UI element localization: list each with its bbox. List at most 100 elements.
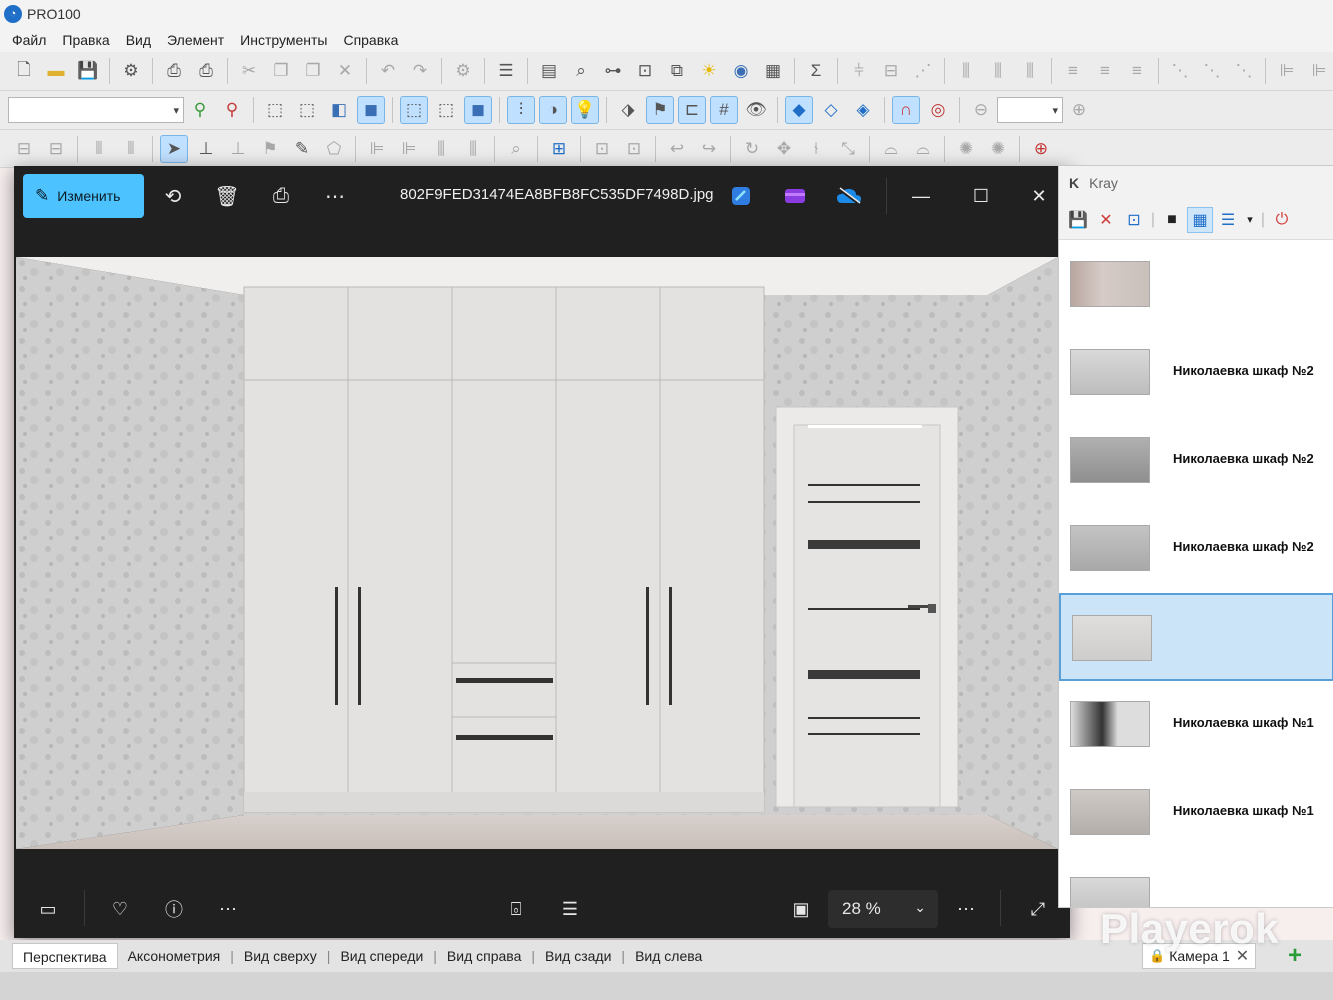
view-cube-c-icon[interactable]: ◧: [325, 96, 353, 124]
rotate-a-icon[interactable]: ⋱: [1166, 57, 1194, 85]
copy-icon[interactable]: ❐: [267, 57, 295, 85]
search-icon[interactable]: ⌕: [567, 57, 595, 85]
more-icon[interactable]: ⋯: [320, 181, 350, 211]
filmstrip-icon[interactable]: ▭: [32, 893, 64, 925]
menu-view[interactable]: Вид: [118, 28, 159, 52]
maximize-icon[interactable]: ☐: [966, 181, 996, 211]
menu-element[interactable]: Элемент: [159, 28, 232, 52]
align-left2-icon[interactable]: ⊫: [1305, 57, 1333, 85]
select-group-icon[interactable]: ⊞: [545, 135, 573, 163]
rotate-icon[interactable]: ⟲: [158, 181, 188, 211]
undo-icon[interactable]: ↶: [374, 57, 402, 85]
distribute-h3-icon[interactable]: ⫼: [1016, 57, 1044, 85]
new-file-icon[interactable]: 🗋: [10, 57, 38, 85]
paste-icon[interactable]: ❐: [299, 57, 327, 85]
list-item[interactable]: Николаевка шкаф №2: [1059, 417, 1333, 505]
distribute-h-icon[interactable]: ⫼: [952, 57, 980, 85]
tab-right-view[interactable]: Вид справа: [437, 943, 531, 969]
view-cube-a-icon[interactable]: ⬚: [261, 96, 289, 124]
actual-size-icon[interactable]: ▣: [785, 893, 817, 925]
zoom-dropdown[interactable]: 28 % ⌄: [828, 890, 938, 928]
edit-button[interactable]: ✎ Изменить: [23, 174, 144, 218]
move-icon[interactable]: ✥: [770, 135, 798, 163]
element-select[interactable]: ▾: [8, 97, 184, 123]
group-b-icon[interactable]: ⊡: [588, 135, 616, 163]
rotate-c-icon[interactable]: ⋱: [1230, 57, 1258, 85]
shelf-a-icon[interactable]: ⊟: [10, 135, 38, 163]
magnify-icon[interactable]: ⌕: [502, 135, 530, 163]
favorite-heart-icon[interactable]: ♡: [104, 893, 136, 925]
eye-icon[interactable]: 👁: [742, 96, 770, 124]
light-b-icon[interactable]: ✺: [984, 135, 1012, 163]
lamp-a-icon[interactable]: ⌓: [877, 135, 905, 163]
report-icon[interactable]: ▦: [759, 57, 787, 85]
snap-point-icon[interactable]: ◆: [785, 96, 813, 124]
redo-icon[interactable]: ↷: [406, 57, 434, 85]
align-b-icon[interactable]: ⊫: [395, 135, 423, 163]
cut-icon[interactable]: ✂: [235, 57, 263, 85]
menu-help[interactable]: Справка: [335, 28, 406, 52]
list-item[interactable]: Николаевка шкаф №2: [1059, 505, 1333, 593]
label-icon[interactable]: ⚑: [646, 96, 674, 124]
shadows-icon[interactable]: ◑: [539, 96, 567, 124]
pointer-icon[interactable]: ➤: [160, 134, 188, 163]
panel-a-icon[interactable]: ⫴: [85, 135, 113, 163]
grid-icon[interactable]: #: [710, 96, 738, 124]
shelf-b-icon[interactable]: ⊟: [42, 135, 70, 163]
sun-icon[interactable]: ☀: [695, 57, 723, 85]
render-eye-icon[interactable]: ◉: [727, 57, 755, 85]
group-icon[interactable]: ⊡: [631, 57, 659, 85]
scale-icon[interactable]: ⤡: [834, 135, 862, 163]
sliders-icon[interactable]: ☰: [492, 57, 520, 85]
info-icon[interactable]: ⓘ: [158, 893, 190, 925]
tab-perspective[interactable]: Перспектива: [12, 943, 118, 969]
close-icon[interactable]: ✕: [1024, 181, 1054, 211]
bulb-icon[interactable]: 💡: [571, 96, 599, 124]
tab-axonometry[interactable]: Аксонометрия: [118, 943, 231, 969]
ungroup-icon[interactable]: ⊡: [620, 135, 648, 163]
mirror-icon[interactable]: ⫮: [802, 135, 830, 163]
rotate-b-icon[interactable]: ⋱: [1198, 57, 1226, 85]
print-preview-icon[interactable]: ⎙: [192, 57, 220, 85]
delete-icon[interactable]: ✕: [331, 57, 359, 85]
more-zoom-icon[interactable]: ⋯: [950, 893, 982, 925]
tag-b-icon[interactable]: ⚑: [256, 135, 284, 163]
objects-icon[interactable]: ⧉: [663, 57, 691, 85]
gear-icon[interactable]: ⚙: [449, 57, 477, 85]
curve-b-icon[interactable]: ↪: [695, 135, 723, 163]
list-item[interactable]: [1059, 857, 1333, 907]
close-icon[interactable]: ✕: [1093, 207, 1119, 233]
panel-b-icon[interactable]: ⫴: [117, 135, 145, 163]
align-left-icon[interactable]: ⊫: [1273, 57, 1301, 85]
menu-file[interactable]: Файл: [4, 28, 54, 52]
clipchamp-app-icon[interactable]: [780, 181, 810, 211]
rotate-icon[interactable]: ↻: [738, 135, 766, 163]
delete-icon[interactable]: 🗑: [212, 181, 242, 211]
catalog-icon[interactable]: ▤: [535, 57, 563, 85]
view-cube-b-icon[interactable]: ⬚: [293, 96, 321, 124]
rendered-photo[interactable]: [16, 257, 1058, 849]
black-screen-icon[interactable]: ■: [1159, 207, 1185, 233]
visual-search-icon[interactable]: ⌻: [500, 893, 532, 925]
designer-app-icon[interactable]: [726, 181, 756, 211]
list-item[interactable]: [1059, 241, 1333, 329]
align-center-v-icon[interactable]: ⊟: [877, 57, 905, 85]
lamp-b-icon[interactable]: ⌓: [909, 135, 937, 163]
tab-left-view[interactable]: Вид слева: [625, 943, 712, 969]
dimensions-icon[interactable]: ⫶: [507, 96, 535, 124]
zoom-select[interactable]: ▾: [997, 97, 1063, 123]
tab-top-view[interactable]: Вид сверху: [234, 943, 327, 969]
align-a-icon[interactable]: ⊫: [363, 135, 391, 163]
view-cube-d-icon[interactable]: ◼: [357, 96, 385, 124]
distribute-v3-icon[interactable]: ≡: [1123, 57, 1151, 85]
text-scan-icon[interactable]: ☰: [554, 893, 586, 925]
curve-a-icon[interactable]: ↩: [663, 135, 691, 163]
shaded-icon[interactable]: ◼: [464, 96, 492, 124]
gallery-view-icon[interactable]: ▦: [1187, 206, 1213, 233]
frame-icon[interactable]: ⊡: [1121, 207, 1147, 233]
fullscreen-icon[interactable]: ⤢: [1022, 893, 1054, 925]
align-d-icon[interactable]: ⫼: [459, 135, 487, 163]
align-center-h-icon[interactable]: ⫩: [845, 57, 873, 85]
list-item[interactable]: Николаевка шкаф №1: [1059, 769, 1333, 857]
sum-icon[interactable]: Σ: [802, 57, 830, 85]
